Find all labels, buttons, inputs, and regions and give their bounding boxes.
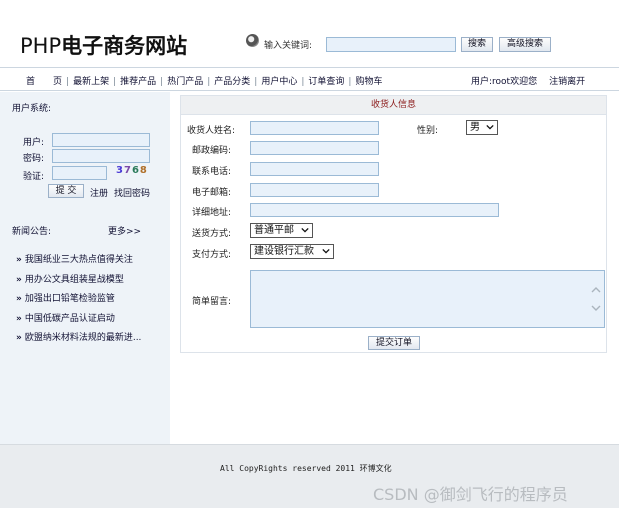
message-label: 简单留言:	[192, 297, 232, 307]
nav-user-area: 用户:root欢迎您 注销离开	[471, 74, 585, 87]
news-item[interactable]: » 欧盟纳米材料法规的最新进...	[16, 330, 141, 350]
header: PHP电子商务网站 输入关键词: 搜索 高级搜索	[0, 0, 619, 62]
password-label: 密码:	[22, 154, 44, 164]
chevron-down-icon	[301, 227, 309, 233]
nav-item-orders[interactable]: 订单查询	[308, 77, 344, 87]
news-item[interactable]: » 加强出口铅笔检验监管	[16, 291, 141, 311]
captcha-char: 8	[139, 165, 148, 176]
gender-label: 性别:	[417, 126, 439, 136]
shipping-select[interactable]: 普通平邮	[250, 223, 313, 238]
nav-separator: |	[254, 77, 258, 87]
message-textarea[interactable]	[250, 270, 605, 328]
nav-item-home[interactable]: 首 页	[26, 77, 62, 87]
news-item-text[interactable]: 用办公文具组装星战模型	[25, 275, 124, 285]
news-item-text[interactable]: 欧盟纳米材料法规的最新进...	[25, 333, 142, 343]
login-submit-button[interactable]: 提 交	[48, 184, 84, 198]
zip-label: 邮政编码:	[192, 146, 232, 156]
search-button[interactable]: 搜索	[461, 37, 493, 52]
logo-php: PHP	[20, 34, 62, 58]
user-label: 用户:	[22, 138, 44, 148]
captcha-char: 6	[131, 165, 140, 176]
scroll-down-icon[interactable]	[591, 303, 601, 313]
verify-label: 验证:	[22, 172, 44, 182]
news-more-link[interactable]: 更多>>	[108, 224, 141, 237]
password-input[interactable]	[52, 149, 150, 163]
gender-select[interactable]: 男	[466, 120, 498, 135]
consignee-form-panel: 收货人信息 收货人姓名: 性别: 男 邮政编码: 联系电话: 电子邮箱: 详细地…	[180, 95, 607, 353]
phone-input[interactable]	[250, 162, 379, 176]
register-link[interactable]: 注册	[90, 186, 108, 199]
name-input[interactable]	[250, 121, 379, 135]
bullet-icon: »	[16, 255, 22, 265]
copyright-text: All CopyRights reserved 2011 环博文化	[220, 464, 392, 473]
username-input[interactable]	[52, 133, 150, 147]
nav-item-cart[interactable]: 购物车	[355, 77, 382, 87]
nav-item-new[interactable]: 最新上架	[73, 77, 109, 87]
email-input[interactable]	[250, 183, 379, 197]
payment-select[interactable]: 建设银行汇款	[250, 244, 334, 259]
shipping-value: 普通平邮	[254, 225, 294, 236]
email-label: 电子邮箱:	[192, 188, 232, 198]
main-nav: 首 页 | 最新上架 | 推荐产品 | 热门产品 | 产品分类 | 用户中心 | 订单查询 | 购物车 用户…	[0, 67, 619, 91]
zip-input[interactable]	[250, 141, 379, 155]
nav-separator: |	[160, 77, 164, 87]
news-item[interactable]: » 中国低碳产品认证启动	[16, 311, 141, 331]
chevron-down-icon	[486, 124, 494, 130]
user-system-title: 用户系统:	[12, 104, 52, 114]
shipping-label: 送货方式:	[192, 229, 232, 239]
scroll-up-icon[interactable]	[591, 285, 601, 295]
captcha-input[interactable]	[52, 166, 107, 180]
advanced-search-button[interactable]: 高级搜索	[499, 37, 551, 52]
captcha-image[interactable]: 3768	[116, 165, 148, 176]
chevron-down-icon	[322, 248, 330, 254]
nav-separator: |	[207, 77, 211, 87]
submit-order-button[interactable]: 提交订单	[368, 336, 420, 350]
news-item-text[interactable]: 我国纸业三大热点值得关注	[25, 255, 133, 265]
nav-item-user-center[interactable]: 用户中心	[261, 77, 297, 87]
footer: All CopyRights reserved 2011 环博文化 CSDN @…	[0, 444, 619, 508]
search-label: 输入关键词:	[264, 41, 313, 51]
nav-separator: |	[348, 77, 352, 87]
payment-label: 支付方式:	[192, 250, 232, 260]
news-title: 新闻公告:	[12, 227, 52, 237]
bullet-icon: »	[16, 333, 22, 343]
nav-item-hot[interactable]: 热门产品	[167, 77, 203, 87]
forgot-password-link[interactable]: 找回密码	[114, 186, 150, 199]
search-input[interactable]	[326, 37, 456, 52]
news-item[interactable]: » 我国纸业三大热点值得关注	[16, 252, 141, 272]
nav-item-categories[interactable]: 产品分类	[214, 77, 250, 87]
address-input[interactable]	[250, 203, 499, 217]
payment-value: 建设银行汇款	[254, 246, 314, 257]
captcha-char: 3	[116, 165, 124, 176]
bullet-icon: »	[16, 313, 22, 324]
bullet-icon: »	[16, 294, 22, 304]
news-list: » 我国纸业三大热点值得关注 » 用办公文具组装星战模型 » 加强出口铅笔检验监管 »…	[16, 252, 141, 350]
nav-separator: |	[113, 77, 117, 87]
nav-items: 首 页 | 最新上架 | 推荐产品 | 热门产品 | 产品分类 | 用户中心 | 订单查询 | 购物车	[26, 74, 382, 87]
logo-text: 电子商务网站	[61, 34, 188, 58]
captcha-char: 7	[123, 165, 132, 176]
logout-link[interactable]: 注销离开	[549, 77, 585, 87]
news-item[interactable]: » 用办公文具组装星战模型	[16, 272, 141, 292]
news-item-text[interactable]: 中国低碳产品认证启动	[25, 314, 115, 324]
gender-value: 男	[470, 122, 480, 133]
form-title: 收货人信息	[181, 96, 606, 115]
nav-separator: |	[66, 77, 70, 87]
nav-separator: |	[301, 77, 305, 87]
watermark-text: CSDN @御剑飞行的程序员	[373, 485, 568, 504]
name-label: 收货人姓名:	[187, 126, 236, 136]
address-label: 详细地址:	[192, 208, 232, 218]
nav-item-recommended[interactable]: 推荐产品	[120, 77, 156, 87]
welcome-text: 用户:root欢迎您	[471, 77, 538, 87]
search-icon	[246, 34, 259, 47]
sidebar: 用户系统: 用户: 密码: 验证: 3768 提 交 注册 找回密码 新闻公告:…	[0, 92, 170, 444]
site-logo[interactable]: PHP电子商务网站	[20, 30, 187, 60]
phone-label: 联系电话:	[192, 167, 232, 177]
bullet-icon: »	[16, 274, 22, 285]
news-item-text[interactable]: 加强出口铅笔检验监管	[25, 294, 115, 304]
